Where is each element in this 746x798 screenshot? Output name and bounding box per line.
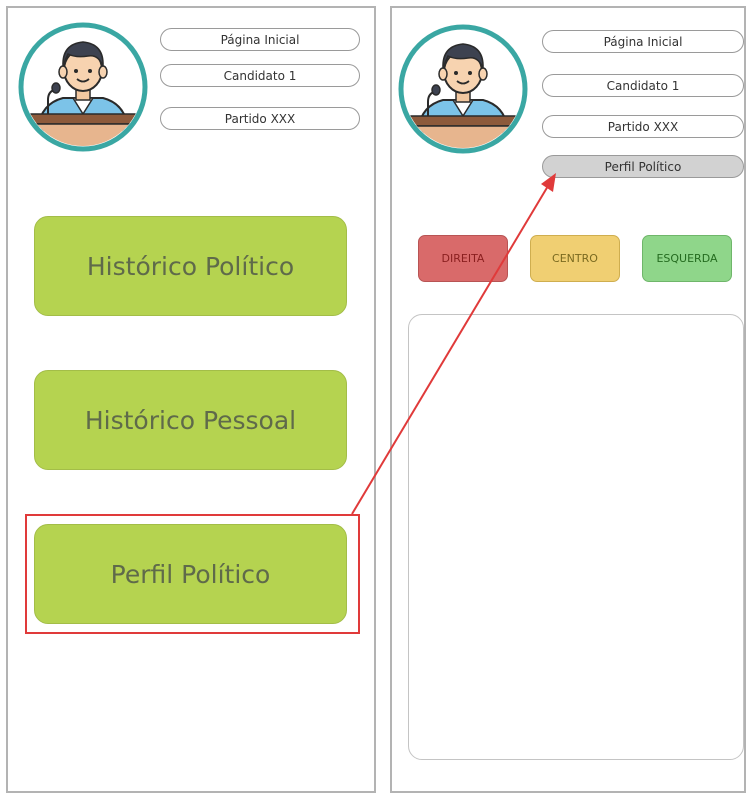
nav-candidato[interactable]: Candidato 1 bbox=[542, 74, 744, 97]
screen-left: Página Inicial Candidato 1 Partido XXX H… bbox=[6, 6, 376, 793]
nav-pagina-inicial[interactable]: Página Inicial bbox=[160, 28, 360, 51]
nav-partido[interactable]: Partido XXX bbox=[542, 115, 744, 138]
candidate-avatar-icon bbox=[398, 24, 528, 154]
centro-button[interactable]: CENTRO bbox=[530, 235, 620, 282]
historico-pessoal-button[interactable]: Histórico Pessoal bbox=[34, 370, 347, 470]
candidate-avatar-icon bbox=[18, 22, 148, 152]
esquerda-button[interactable]: ESQUERDA bbox=[642, 235, 732, 282]
direita-button[interactable]: DIREITA bbox=[418, 235, 508, 282]
content-panel bbox=[408, 314, 744, 760]
nav-partido[interactable]: Partido XXX bbox=[160, 107, 360, 130]
nav-pagina-inicial[interactable]: Página Inicial bbox=[542, 30, 744, 53]
screen-right: Página Inicial Candidato 1 Partido XXX P… bbox=[390, 6, 746, 793]
historico-politico-button[interactable]: Histórico Político bbox=[34, 216, 347, 316]
nav-candidato[interactable]: Candidato 1 bbox=[160, 64, 360, 87]
nav-perfil-politico[interactable]: Perfil Político bbox=[542, 155, 744, 178]
perfil-politico-button[interactable]: Perfil Político bbox=[34, 524, 347, 624]
